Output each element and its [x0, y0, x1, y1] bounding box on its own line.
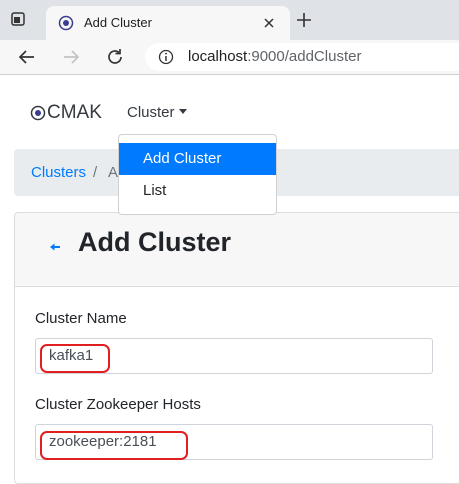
- close-tab-icon[interactable]: [260, 14, 278, 32]
- browser-toolbar: localhost:9000/addCluster: [0, 40, 459, 75]
- address-bar[interactable]: localhost:9000/addCluster: [145, 43, 459, 71]
- browser-tab-strip: Add Cluster: [0, 0, 459, 40]
- reload-icon[interactable]: [104, 46, 126, 68]
- caret-down-icon: [178, 108, 187, 114]
- cmak-favicon-icon: [58, 15, 74, 31]
- menu-item-label: Add Cluster: [143, 150, 222, 167]
- add-cluster-card: Add Cluster Cluster Name kafka1 Cluster …: [14, 212, 459, 484]
- back-icon[interactable]: [16, 46, 38, 68]
- breadcrumb-clusters-link[interactable]: Clusters: [31, 164, 86, 181]
- highlight-annotation: [40, 344, 110, 373]
- site-info-icon[interactable]: [158, 49, 174, 65]
- cluster-menu-label: Cluster: [127, 104, 175, 121]
- cluster-name-label: Cluster Name: [35, 310, 127, 327]
- back-arrow-icon[interactable]: [49, 241, 61, 253]
- page-title: Add Cluster: [78, 227, 232, 257]
- menu-item-add-cluster[interactable]: Add Cluster: [119, 143, 276, 175]
- brand-name: CMAK: [47, 102, 102, 123]
- card-header: Add Cluster: [15, 213, 459, 287]
- breadcrumb-current: A: [108, 164, 119, 181]
- browser-tab[interactable]: Add Cluster: [46, 6, 290, 40]
- cluster-dropdown-menu: Add Cluster List: [118, 134, 277, 215]
- new-tab-icon[interactable]: [294, 10, 314, 30]
- menu-item-label: List: [143, 182, 167, 199]
- tab-title: Add Cluster: [84, 15, 152, 30]
- zookeeper-hosts-label: Cluster Zookeeper Hosts: [35, 396, 201, 413]
- cmak-logo-icon: [30, 105, 46, 121]
- highlight-annotation: [40, 431, 188, 460]
- menu-item-list[interactable]: List: [119, 175, 276, 207]
- url-text: localhost:9000/addCluster: [188, 48, 362, 65]
- cluster-menu-toggle[interactable]: Cluster: [127, 104, 187, 121]
- window-menu-icon[interactable]: [10, 11, 26, 27]
- breadcrumb-separator: /: [93, 164, 98, 181]
- forward-icon[interactable]: [60, 46, 82, 68]
- brand[interactable]: CMAK: [30, 102, 102, 124]
